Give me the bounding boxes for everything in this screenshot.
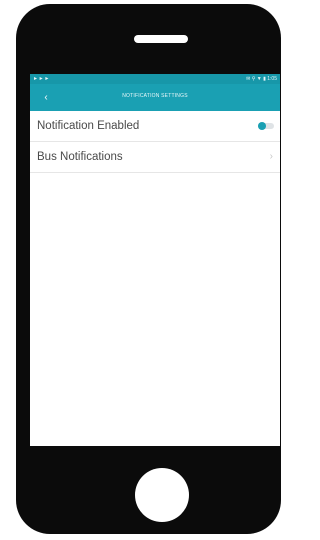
notification-toggle[interactable]: [258, 122, 274, 130]
chevron-right-icon: ›: [269, 151, 273, 162]
app-bar: ‹ NOTIFICATION SETTINGS: [30, 84, 280, 111]
settings-row-label: Bus Notifications: [37, 151, 123, 163]
page-title: NOTIFICATION SETTINGS: [122, 93, 188, 99]
toggle-knob: [258, 122, 266, 130]
phone-screen: ▸ ▸ ▸ ✉ ⚲ ▼ ▮ 1:05 ‹ NOTIFICATION SETTIN…: [30, 74, 280, 446]
status-notification-icons: ▸ ▸ ▸: [34, 76, 49, 82]
status-system-icons: ✉ ⚲ ▼ ▮ 1:05: [246, 76, 277, 82]
settings-row-bus-notifications[interactable]: Bus Notifications ›: [30, 142, 280, 173]
home-button[interactable]: [135, 468, 189, 522]
settings-row-label: Notification Enabled: [37, 120, 140, 132]
status-bar: ▸ ▸ ▸ ✉ ⚲ ▼ ▮ 1:05: [30, 74, 280, 84]
settings-row-notification-enabled[interactable]: Notification Enabled: [30, 111, 280, 142]
speaker-grille: [134, 35, 188, 43]
settings-list: Notification Enabled Bus Notifications ›: [30, 111, 280, 173]
